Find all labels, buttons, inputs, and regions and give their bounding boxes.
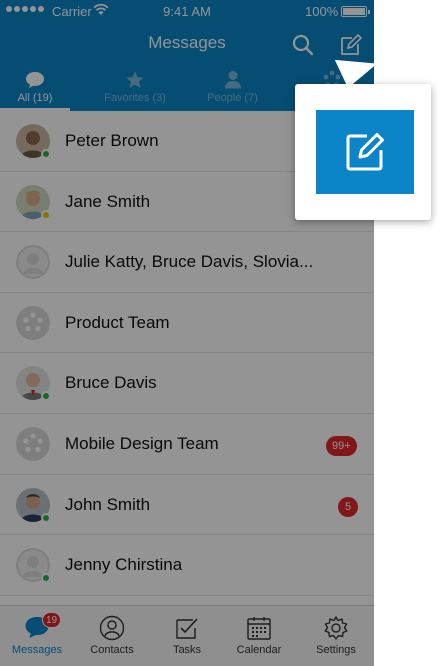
list-item[interactable]: Bruce Davis: [0, 353, 374, 414]
battery-percent: 100%: [305, 4, 339, 19]
tab-label: Messages: [11, 644, 63, 656]
conversation-name: Product Team: [65, 312, 170, 332]
tab-label: Settings: [316, 644, 356, 656]
conversation-name: Bruce Davis: [65, 373, 157, 393]
tab-label: All (19): [17, 92, 53, 104]
conversation-name: Jenny Chirstina: [65, 555, 183, 575]
conversation-name: Mobile Design Team: [65, 433, 219, 453]
presence-online-icon: [41, 391, 51, 402]
page-title: Messages: [148, 33, 226, 52]
tab-messages[interactable]: Messages 19: [0, 606, 74, 666]
tab-label: Tasks: [172, 644, 202, 656]
search-icon[interactable]: [290, 32, 316, 58]
calendar-icon: [247, 617, 271, 640]
presence-online-icon: [41, 512, 51, 523]
contacts-icon: [99, 615, 125, 641]
compose-icon: [346, 133, 384, 171]
chat-bubble-icon: [26, 72, 44, 88]
tab-favorites[interactable]: Favorites (3): [90, 66, 180, 111]
person-icon: [224, 71, 241, 89]
star-icon: [126, 71, 144, 88]
tab-settings[interactable]: Settings: [299, 606, 373, 666]
tab-label: People (7): [207, 92, 258, 104]
battery-icon: [341, 6, 370, 17]
conversation-name: John Smith: [65, 494, 151, 514]
unread-badge: 99+: [326, 435, 357, 456]
unread-badge: 5: [338, 496, 358, 517]
tab-all[interactable]: All (19): [0, 66, 70, 111]
list-item[interactable]: Julie Katty, Bruce Davis, Slovia...: [0, 232, 374, 293]
conversation-name: Jane Smith: [65, 191, 151, 211]
tab-label: Favorites (3): [104, 92, 166, 104]
presence-online-icon: [41, 149, 51, 159]
presence-away-icon: [41, 209, 51, 220]
status-bar: Carrier 9:41 AM 100%: [0, 0, 374, 22]
conversation-name: Peter Brown: [65, 131, 159, 150]
list-item[interactable]: Product Team: [0, 293, 374, 354]
group-icon: [16, 426, 50, 461]
tasks-icon: [176, 618, 198, 639]
compose-callout: [295, 84, 431, 220]
tab-calendar[interactable]: Calendar: [222, 606, 296, 666]
conversation-name: Julie Katty, Bruce Davis, Slovia...: [65, 252, 314, 272]
tab-tasks[interactable]: Tasks: [150, 606, 224, 666]
tab-label: Contacts: [90, 644, 134, 656]
settings-icon: [324, 616, 348, 640]
presence-online-icon: [41, 573, 51, 584]
tab-label: Calendar: [236, 644, 282, 656]
tab-contacts[interactable]: Contacts: [75, 606, 149, 666]
tab-people[interactable]: People (7): [185, 66, 280, 111]
bottom-tab-bar: Messages 19 Contacts Tasks Calendar Sett…: [0, 605, 374, 666]
list-item[interactable]: Jenny Chirstina: [0, 535, 374, 596]
messages-badge: 19: [42, 612, 62, 628]
avatar-placeholder-icon: [16, 245, 50, 280]
group-icon: [16, 305, 50, 340]
compose-button[interactable]: [316, 110, 414, 194]
list-item[interactable]: Mobile Design Team 99+: [0, 414, 374, 475]
list-item[interactable]: John Smith 5: [0, 475, 374, 536]
